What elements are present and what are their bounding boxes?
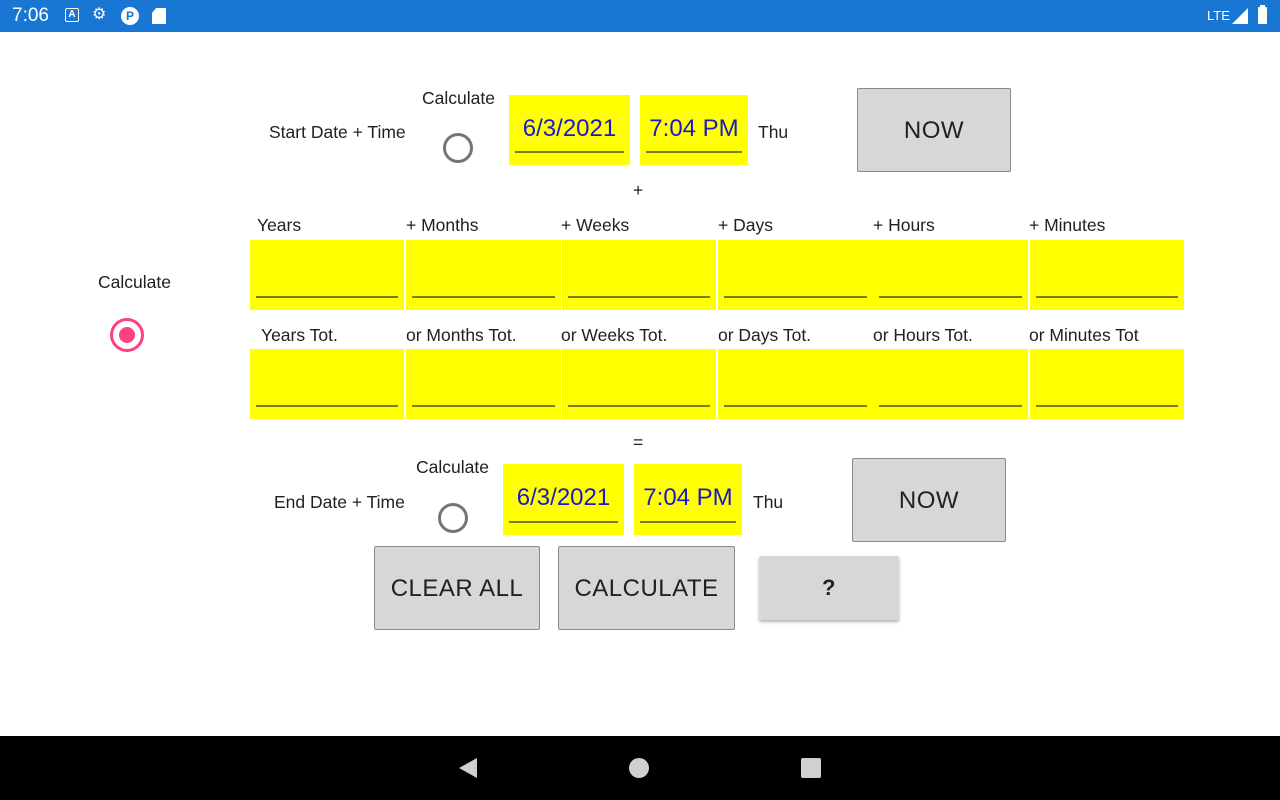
start-date-value: 6/3/2021 [522,115,617,142]
status-bar: 7:06 A ⚙ P LTE [0,0,1280,32]
radio-selected-dot [119,327,135,343]
minutes-total-underline [1036,405,1178,407]
start-date-picker[interactable]: 6/3/2021 [509,95,630,165]
days-total-underline [724,405,867,407]
years-total-input[interactable] [250,349,404,419]
weeks-input[interactable] [562,240,716,310]
start-calculate-radio[interactable] [443,133,473,163]
header-hours-total: or Hours Tot. [873,325,973,345]
header-months: + Months [406,215,479,235]
duration-calculate-label: Calculate [98,272,171,292]
start-time-underline [646,151,742,153]
months-total-underline [412,405,555,407]
weeks-total-underline [568,405,710,407]
signal-icon [1232,8,1248,24]
hours-input[interactable] [873,240,1028,310]
home-icon[interactable] [629,758,649,778]
clear-all-button[interactable]: CLEAR ALL [374,546,540,630]
accessibility-icon: A [65,8,79,22]
end-time-value: 7:04 PM [643,484,733,511]
days-total-input[interactable] [718,349,873,419]
days-input[interactable] [718,240,873,310]
start-time-picker[interactable]: 7:04 PM [640,95,748,165]
minutes-input[interactable] [1030,240,1184,310]
sd-card-icon [152,8,166,24]
duration-calculate-radio[interactable] [110,318,144,352]
start-weekday: Thu [758,122,789,142]
settings-icon: ⚙ [92,6,107,23]
hours-total-underline [879,405,1022,407]
months-input-underline [412,296,555,298]
months-input[interactable] [406,240,561,310]
header-weeks-total: or Weeks Tot. [561,325,668,345]
battery-icon [1258,5,1267,24]
network-type: LTE [1207,8,1230,23]
header-years: Years [257,215,302,235]
hours-input-underline [879,296,1022,298]
end-time-underline [640,521,736,523]
start-label: Start Date + Time [269,122,406,142]
minutes-total-input[interactable] [1030,349,1184,419]
header-days: + Days [718,215,773,235]
start-time-value: 7:04 PM [649,115,739,142]
end-date-value: 6/3/2021 [516,484,611,511]
end-calculate-radio[interactable] [438,503,468,533]
end-now-button[interactable]: NOW [852,458,1006,542]
status-time: 7:06 [12,5,49,26]
end-date-underline [509,521,618,523]
end-time-picker[interactable]: 7:04 PM [634,464,742,535]
navigation-bar [0,736,1280,800]
end-calculate-label: Calculate [416,457,489,477]
start-now-button[interactable]: NOW [857,88,1011,172]
header-days-total: or Days Tot. [718,325,812,345]
months-total-input[interactable] [406,349,561,419]
years-total-underline [256,405,398,407]
start-calculate-label: Calculate [422,88,495,108]
days-input-underline [724,296,867,298]
header-minutes: + Minutes [1029,215,1106,235]
equals-sign: = [633,432,644,452]
weeks-total-input[interactable] [562,349,716,419]
back-icon[interactable] [459,758,477,778]
calculate-button[interactable]: CALCULATE [558,546,735,630]
years-input-underline [256,296,398,298]
end-date-picker[interactable]: 6/3/2021 [503,464,624,535]
end-weekday: Thu [753,492,784,512]
app-icon: P [121,7,139,25]
header-minutes-total: or Minutes Tot [1029,325,1139,345]
plus-sign: + [633,180,644,200]
header-months-total: or Months Tot. [406,325,517,345]
header-years-total: Years Tot. [261,325,338,345]
minutes-input-underline [1036,296,1178,298]
start-date-underline [515,151,624,153]
header-hours: + Hours [873,215,935,235]
hours-total-input[interactable] [873,349,1028,419]
years-input[interactable] [250,240,404,310]
recents-icon[interactable] [801,758,821,778]
header-weeks: + Weeks [561,215,630,235]
help-button[interactable]: ? [759,556,899,620]
end-label: End Date + Time [274,492,405,512]
weeks-input-underline [568,296,710,298]
